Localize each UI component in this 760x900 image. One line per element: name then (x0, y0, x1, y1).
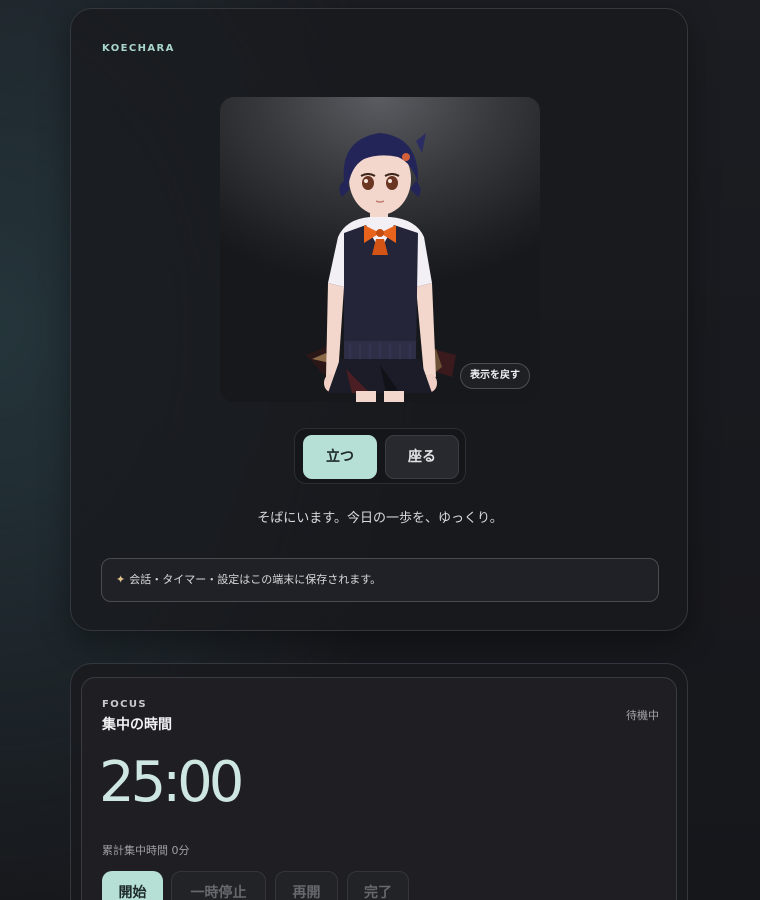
focus-card: FOCUS 集中の時間 待機中 25:00 累計集中時間 0分 開始 一時停止 … (70, 663, 688, 900)
character-card: KOECHARA 表示を戻す 立つ 座る そばにいます。今日の一歩を、ゆっくり。… (70, 8, 688, 631)
focus-label: FOCUS (102, 699, 147, 710)
brand-label: KOECHARA (102, 43, 175, 54)
sit-button[interactable]: 座る (385, 435, 459, 479)
restore-view-button[interactable]: 表示を戻す (460, 363, 530, 389)
total-focus-time: 累計集中時間 0分 (102, 844, 190, 857)
storage-notice-text: 会話・タイマー・設定はこの端末に保存されます。 (129, 573, 382, 586)
focus-panel: FOCUS 集中の時間 待機中 25:00 累計集中時間 0分 開始 一時停止 … (81, 677, 677, 900)
avatar-character (306, 133, 456, 402)
storage-notice: ✦ 会話・タイマー・設定はこの端末に保存されます。 (101, 558, 659, 602)
focus-status: 待機中 (626, 709, 659, 722)
avatar-stage[interactable]: 表示を戻す (220, 97, 540, 402)
focus-title: 集中の時間 (102, 717, 172, 733)
done-button[interactable]: 完了 (347, 871, 409, 900)
start-button[interactable]: 開始 (102, 871, 163, 900)
timer-display: 25:00 (99, 750, 244, 815)
character-message: そばにいます。今日の一歩を、ゆっくり。 (257, 511, 503, 526)
resume-button[interactable]: 再開 (275, 871, 338, 900)
stand-button[interactable]: 立つ (303, 435, 377, 479)
sparkle-icon: ✦ (116, 573, 126, 586)
pause-button[interactable]: 一時停止 (171, 871, 266, 900)
pose-toggle: 立つ 座る (294, 428, 466, 484)
